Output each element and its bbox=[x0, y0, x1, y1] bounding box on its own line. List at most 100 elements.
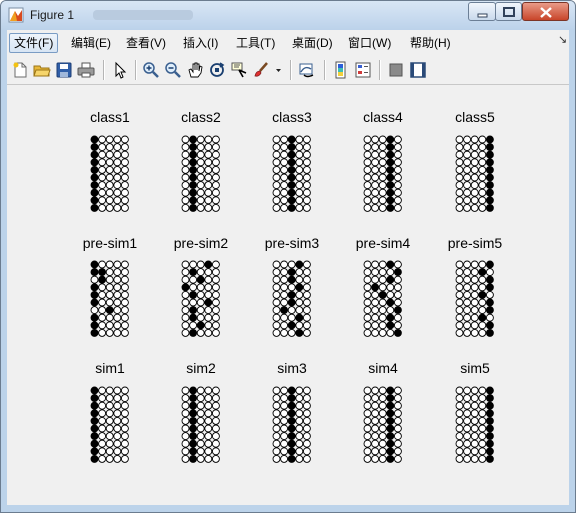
filled-dot bbox=[386, 416, 395, 425]
empty-dot bbox=[272, 203, 281, 212]
empty-dot bbox=[371, 203, 380, 212]
menu-tools[interactable]: 工具(T) bbox=[232, 33, 279, 53]
data-cursor-icon[interactable] bbox=[230, 61, 248, 79]
empty-dot bbox=[363, 416, 372, 425]
empty-dot bbox=[272, 157, 281, 166]
minimize-button[interactable] bbox=[468, 2, 496, 21]
empty-dot bbox=[181, 267, 190, 276]
empty-dot bbox=[379, 424, 387, 432]
empty-dot bbox=[379, 393, 387, 402]
menu-help[interactable]: 帮助(H) bbox=[406, 33, 455, 53]
filled-dot bbox=[189, 188, 198, 197]
dot-matrix bbox=[272, 386, 312, 463]
empty-dot bbox=[478, 386, 487, 394]
empty-dot bbox=[181, 401, 190, 410]
empty-dot bbox=[379, 282, 387, 291]
filled-dot bbox=[280, 305, 289, 314]
empty-dot bbox=[113, 446, 122, 455]
empty-dot bbox=[113, 195, 122, 204]
toolbar-separator bbox=[290, 60, 292, 80]
empty-dot bbox=[121, 173, 130, 181]
empty-dot bbox=[272, 424, 281, 432]
pan-hand-icon[interactable] bbox=[186, 61, 204, 79]
show-plot-tools-icon[interactable] bbox=[409, 61, 427, 79]
zoom-out-icon[interactable] bbox=[164, 61, 182, 79]
filled-dot bbox=[90, 135, 99, 143]
insert-legend-icon[interactable] bbox=[354, 61, 372, 79]
filled-dot bbox=[486, 328, 495, 337]
filled-dot bbox=[98, 275, 107, 284]
title-bar[interactable]: Figure 1 bbox=[1, 1, 575, 30]
empty-dot bbox=[212, 298, 221, 306]
empty-dot bbox=[379, 260, 387, 268]
empty-dot bbox=[303, 386, 312, 394]
filled-dot bbox=[386, 275, 395, 284]
empty-dot bbox=[98, 416, 107, 425]
empty-dot bbox=[379, 157, 387, 166]
filled-dot bbox=[288, 446, 296, 455]
empty-dot bbox=[471, 431, 479, 440]
menu-desktop[interactable]: 桌面(D) bbox=[288, 33, 337, 53]
empty-dot bbox=[471, 260, 479, 268]
empty-dot bbox=[486, 313, 495, 322]
empty-dot bbox=[455, 267, 464, 276]
empty-dot bbox=[363, 328, 372, 337]
insert-colorbar-icon[interactable] bbox=[332, 61, 350, 79]
empty-dot bbox=[98, 173, 107, 181]
empty-dot bbox=[379, 305, 387, 314]
menu-file[interactable]: 文件(F) bbox=[9, 33, 59, 53]
empty-dot bbox=[295, 142, 304, 151]
filled-dot bbox=[204, 260, 213, 268]
save-icon[interactable] bbox=[55, 61, 73, 79]
rotate-3d-icon[interactable] bbox=[208, 61, 226, 79]
empty-dot bbox=[280, 431, 289, 440]
empty-dot bbox=[371, 386, 380, 394]
empty-dot bbox=[371, 328, 380, 337]
empty-dot bbox=[98, 305, 107, 314]
open-file-icon[interactable] bbox=[33, 61, 51, 79]
new-figure-icon[interactable] bbox=[11, 61, 29, 79]
zoom-in-icon[interactable] bbox=[142, 61, 160, 79]
filled-dot bbox=[295, 260, 304, 268]
empty-dot bbox=[280, 408, 289, 417]
empty-dot bbox=[455, 260, 464, 268]
empty-dot bbox=[121, 165, 130, 174]
filled-dot bbox=[486, 260, 495, 268]
empty-dot bbox=[394, 431, 403, 440]
empty-dot bbox=[463, 290, 472, 299]
empty-dot bbox=[121, 298, 130, 306]
empty-dot bbox=[121, 203, 130, 212]
empty-dot bbox=[295, 320, 304, 329]
empty-dot bbox=[471, 424, 479, 432]
menu-view[interactable]: 查看(V) bbox=[122, 33, 170, 53]
link-plot-icon[interactable] bbox=[298, 61, 316, 79]
empty-dot bbox=[98, 401, 107, 410]
maximize-button[interactable] bbox=[495, 2, 522, 21]
empty-dot bbox=[363, 320, 372, 329]
empty-dot bbox=[463, 454, 472, 463]
empty-dot bbox=[181, 408, 190, 417]
brush-icon[interactable] bbox=[252, 61, 270, 79]
dot-matrix bbox=[272, 135, 312, 212]
empty-dot bbox=[303, 150, 312, 159]
empty-dot bbox=[295, 454, 304, 463]
dot-matrix bbox=[181, 135, 221, 212]
empty-dot bbox=[371, 142, 380, 151]
empty-dot bbox=[363, 188, 372, 197]
empty-dot bbox=[394, 165, 403, 174]
empty-dot bbox=[288, 282, 296, 291]
filled-dot bbox=[486, 320, 495, 329]
edit-plot-arrow-icon[interactable] bbox=[111, 61, 129, 79]
empty-dot bbox=[272, 446, 281, 455]
print-icon[interactable] bbox=[77, 61, 95, 79]
menu-insert[interactable]: 插入(I) bbox=[179, 33, 222, 53]
figure-canvas[interactable]: class1 class2 class3 class4 class5 pre-sim1 pr… bbox=[7, 85, 569, 505]
empty-dot bbox=[471, 165, 479, 174]
menu-window[interactable]: 窗口(W) bbox=[344, 33, 395, 53]
close-button[interactable] bbox=[522, 2, 569, 21]
menu-edit[interactable]: 编辑(E) bbox=[67, 33, 115, 53]
hide-plot-tools-icon[interactable] bbox=[387, 61, 405, 79]
brush-dropdown-icon[interactable] bbox=[275, 61, 283, 79]
empty-dot bbox=[455, 408, 464, 417]
dock-arrow-icon[interactable]: ↘ bbox=[558, 33, 567, 46]
